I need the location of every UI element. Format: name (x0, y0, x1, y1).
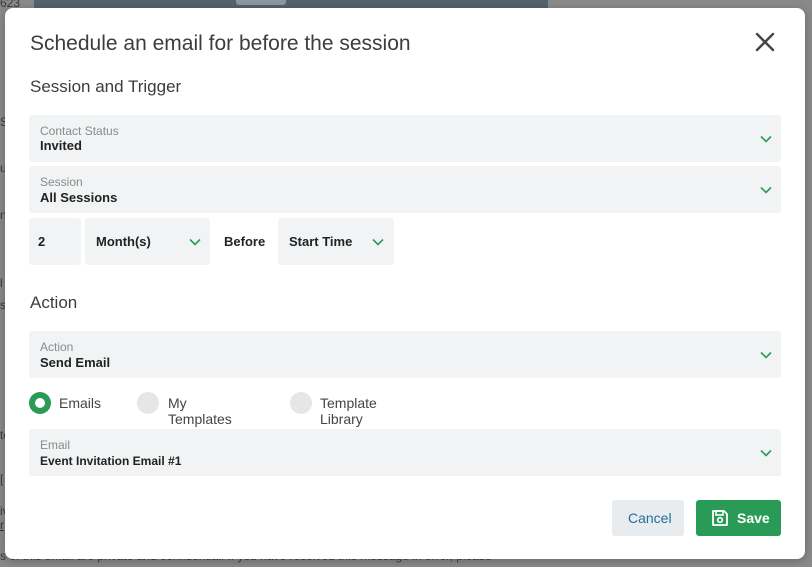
cancel-button-label: Cancel (628, 510, 672, 526)
offset-reference-select[interactable]: Start Time (278, 218, 394, 265)
field-label: Email (40, 438, 71, 452)
schedule-email-modal: Schedule an email for before the session… (5, 8, 805, 559)
floppy-disk-icon (712, 510, 728, 526)
background-text-fragment: l (0, 276, 3, 290)
chevron-down-icon (760, 449, 772, 457)
session-select[interactable]: Session All Sessions (29, 166, 781, 213)
background-banner (34, 0, 548, 8)
field-label: Session (40, 175, 83, 189)
field-value: Invited (40, 138, 82, 153)
offset-unit-select[interactable]: Month(s) (85, 218, 210, 265)
field-label: Action (40, 340, 74, 354)
chevron-down-icon (760, 186, 772, 194)
radio-label-emails: Emails (59, 395, 102, 411)
radio-emails[interactable] (29, 392, 51, 414)
save-button[interactable]: Save (696, 500, 781, 536)
background-link-fragment: r (0, 518, 4, 532)
offset-unit-value: Month(s) (96, 234, 151, 249)
section-title-trigger: Session and Trigger (30, 77, 182, 96)
field-value: Send Email (40, 355, 111, 370)
field-value: All Sessions (40, 190, 118, 205)
offset-amount-value: 2 (38, 234, 46, 249)
background-banner-chip (236, 0, 286, 5)
chevron-down-icon (760, 135, 772, 143)
save-button-label: Save (737, 510, 770, 526)
chevron-down-icon (372, 238, 384, 246)
cancel-button[interactable]: Cancel (612, 500, 684, 536)
radio-label-template-library: Template Library (320, 395, 377, 427)
modal-title: Schedule an email for before the session (30, 32, 411, 55)
field-label: Contact Status (40, 124, 119, 138)
offset-relation-label: Before (224, 234, 266, 249)
radio-template-library[interactable] (290, 392, 312, 414)
offset-reference-value: Start Time (289, 234, 353, 249)
background-text-fragment: [ (0, 472, 4, 486)
offset-amount-input[interactable]: 2 (29, 218, 81, 265)
contact-status-select[interactable]: Contact Status Invited (29, 115, 781, 162)
field-value: Event Invitation Email #1 (40, 454, 182, 468)
email-select[interactable]: Email Event Invitation Email #1 (29, 429, 781, 476)
chevron-down-icon (760, 351, 772, 359)
close-icon (755, 32, 775, 52)
action-select[interactable]: Action Send Email (29, 331, 781, 378)
radio-label-my-templates: My Templates (168, 395, 232, 427)
chevron-down-icon (189, 238, 201, 246)
close-button[interactable] (753, 30, 777, 54)
radio-my-templates[interactable] (137, 392, 159, 414)
section-title-action: Action (30, 293, 78, 312)
